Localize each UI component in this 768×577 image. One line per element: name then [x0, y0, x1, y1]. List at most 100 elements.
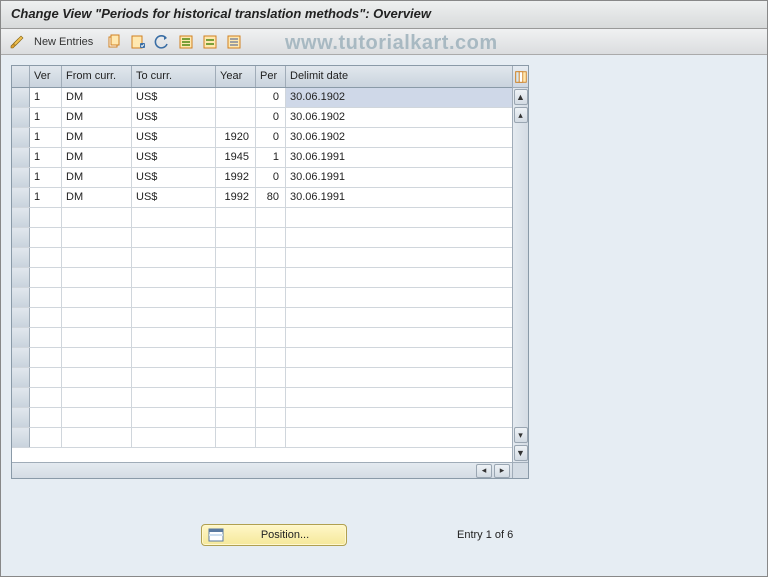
- table-row[interactable]: [12, 328, 528, 348]
- cell-year[interactable]: [216, 88, 256, 107]
- cell-per[interactable]: [256, 248, 286, 267]
- cell-per[interactable]: 0: [256, 88, 286, 107]
- table-row[interactable]: 1DMUS$19928030.06.1991: [12, 188, 528, 208]
- row-selector[interactable]: [12, 208, 30, 227]
- cell-ver[interactable]: [30, 208, 62, 227]
- cell-to[interactable]: [132, 368, 216, 387]
- cell-from[interactable]: [62, 308, 132, 327]
- cell-year[interactable]: [216, 328, 256, 347]
- cell-ver[interactable]: [30, 248, 62, 267]
- cell-from[interactable]: [62, 248, 132, 267]
- table-row[interactable]: 1DMUS$030.06.1902: [12, 88, 528, 108]
- cell-from[interactable]: [62, 288, 132, 307]
- cell-to[interactable]: [132, 268, 216, 287]
- cell-delimit[interactable]: [286, 308, 528, 327]
- cell-year[interactable]: [216, 268, 256, 287]
- cell-year[interactable]: [216, 108, 256, 127]
- cell-from[interactable]: DM: [62, 88, 132, 107]
- cell-delimit[interactable]: 30.06.1991: [286, 188, 528, 207]
- row-selector[interactable]: [12, 188, 30, 207]
- row-selector[interactable]: [12, 408, 30, 427]
- cell-year[interactable]: [216, 228, 256, 247]
- cell-year[interactable]: [216, 368, 256, 387]
- table-row[interactable]: [12, 248, 528, 268]
- cell-per[interactable]: [256, 228, 286, 247]
- table-row[interactable]: [12, 368, 528, 388]
- cell-ver[interactable]: 1: [30, 188, 62, 207]
- table-row[interactable]: [12, 228, 528, 248]
- table-row[interactable]: [12, 428, 528, 448]
- cell-per[interactable]: [256, 288, 286, 307]
- table-row[interactable]: [12, 288, 528, 308]
- cell-per[interactable]: [256, 388, 286, 407]
- table-row[interactable]: [12, 408, 528, 428]
- cell-ver[interactable]: 1: [30, 128, 62, 147]
- position-button[interactable]: Position...: [201, 524, 347, 546]
- scroll-top-button[interactable]: ▲: [514, 89, 528, 105]
- cell-delimit[interactable]: 30.06.1902: [286, 88, 528, 107]
- cell-per[interactable]: [256, 208, 286, 227]
- deselect-all-button[interactable]: [224, 32, 244, 52]
- cell-delimit[interactable]: [286, 208, 528, 227]
- cell-per[interactable]: [256, 428, 286, 447]
- row-selector[interactable]: [12, 128, 30, 147]
- cell-delimit[interactable]: [286, 248, 528, 267]
- row-selector[interactable]: [12, 228, 30, 247]
- cell-delimit[interactable]: [286, 408, 528, 427]
- cell-ver[interactable]: [30, 388, 62, 407]
- cell-to[interactable]: [132, 308, 216, 327]
- cell-to[interactable]: US$: [132, 128, 216, 147]
- cell-per[interactable]: 0: [256, 128, 286, 147]
- cell-from[interactable]: [62, 388, 132, 407]
- cell-per[interactable]: [256, 368, 286, 387]
- cell-year[interactable]: [216, 388, 256, 407]
- cell-from[interactable]: [62, 208, 132, 227]
- cell-per[interactable]: [256, 268, 286, 287]
- cell-to[interactable]: [132, 348, 216, 367]
- cell-per[interactable]: 80: [256, 188, 286, 207]
- cell-per[interactable]: [256, 328, 286, 347]
- col-header-year[interactable]: Year: [216, 66, 256, 87]
- col-header-ver[interactable]: Ver: [30, 66, 62, 87]
- scroll-bottom-button[interactable]: ▼: [514, 445, 528, 461]
- cell-to[interactable]: [132, 328, 216, 347]
- row-selector[interactable]: [12, 168, 30, 187]
- cell-per[interactable]: [256, 308, 286, 327]
- cell-ver[interactable]: [30, 368, 62, 387]
- cell-ver[interactable]: [30, 308, 62, 327]
- cell-ver[interactable]: [30, 228, 62, 247]
- cell-to[interactable]: US$: [132, 168, 216, 187]
- table-row[interactable]: 1DMUS$1945130.06.1991: [12, 148, 528, 168]
- cell-per[interactable]: 0: [256, 108, 286, 127]
- col-header-per[interactable]: Per: [256, 66, 286, 87]
- cell-from[interactable]: [62, 368, 132, 387]
- cell-ver[interactable]: 1: [30, 88, 62, 107]
- cell-year[interactable]: [216, 288, 256, 307]
- cell-to[interactable]: US$: [132, 148, 216, 167]
- cell-to[interactable]: [132, 388, 216, 407]
- row-selector[interactable]: [12, 148, 30, 167]
- cell-year[interactable]: [216, 248, 256, 267]
- new-entries-button[interactable]: New Entries: [31, 32, 100, 52]
- cell-to[interactable]: US$: [132, 188, 216, 207]
- cell-year[interactable]: 1992: [216, 168, 256, 187]
- cell-to[interactable]: [132, 408, 216, 427]
- cell-delimit[interactable]: [286, 268, 528, 287]
- cell-from[interactable]: DM: [62, 168, 132, 187]
- cell-to[interactable]: [132, 248, 216, 267]
- cell-ver[interactable]: [30, 348, 62, 367]
- cell-from[interactable]: DM: [62, 148, 132, 167]
- cell-from[interactable]: [62, 228, 132, 247]
- cell-ver[interactable]: 1: [30, 168, 62, 187]
- cell-per[interactable]: 0: [256, 168, 286, 187]
- delete-button[interactable]: [128, 32, 148, 52]
- cell-ver[interactable]: [30, 428, 62, 447]
- scroll-left-button[interactable]: ◂: [476, 464, 492, 478]
- row-selector[interactable]: [12, 108, 30, 127]
- cell-per[interactable]: [256, 408, 286, 427]
- cell-delimit[interactable]: [286, 348, 528, 367]
- cell-to[interactable]: [132, 428, 216, 447]
- row-selector[interactable]: [12, 308, 30, 327]
- table-row[interactable]: 1DMUS$1992030.06.1991: [12, 168, 528, 188]
- copy-as-button[interactable]: [104, 32, 124, 52]
